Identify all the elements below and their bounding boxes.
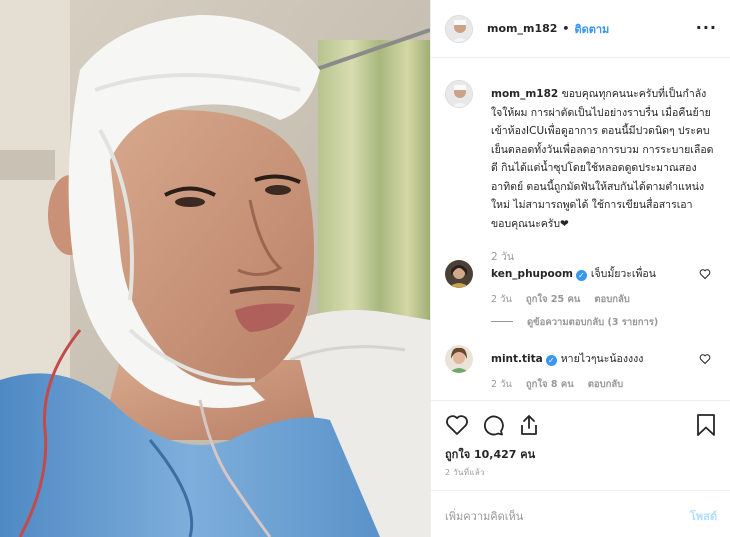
follow-button[interactable]: ติดตาม	[574, 20, 609, 38]
post-sidebar: mom_m182 • ติดตาม ··· mom_m182 ขอบคุณทุก…	[430, 0, 730, 537]
post-comment-button[interactable]: โพสต์	[690, 507, 717, 525]
caption-body: mom_m182 ขอบคุณทุกคนนะครับที่เป็นกำลังใจ…	[491, 85, 716, 233]
like-comment-heart-icon[interactable]	[699, 268, 711, 280]
save-bookmark[interactable]	[695, 413, 717, 437]
separator-dot: •	[562, 22, 570, 35]
instagram-post: mom_m182 • ติดตาม ··· mom_m182 ขอบคุณทุก…	[0, 0, 730, 537]
add-comment-bar: เพิ่มความคิดเห็น โพสต์	[431, 490, 730, 537]
view-replies-link[interactable]: ดูข้อความตอบกลับ (3 รายการ)	[491, 315, 658, 330]
likes-count[interactable]: ถูกใจ 10,427 คน	[445, 445, 535, 463]
comment-time[interactable]: 2 วัน	[491, 294, 512, 305]
comment-bubble-icon[interactable]	[481, 413, 505, 437]
like-heart-icon[interactable]	[445, 413, 469, 437]
comment-likes[interactable]: ถูกใจ 25 คน	[526, 294, 580, 305]
comment-input[interactable]: เพิ่มความคิดเห็น	[445, 507, 523, 525]
header-username[interactable]: mom_m182	[487, 22, 557, 35]
reply-button[interactable]: ตอบกลับ	[594, 294, 630, 305]
comment-line: mint.tita ✓ หายไวๆนะน้องงงง	[491, 350, 643, 367]
post-date[interactable]: 2 วันที่แล้ว	[445, 466, 485, 479]
comment-text: เจ็บมั้ยวะเพื่อน	[590, 268, 656, 280]
verified-badge-icon: ✓	[575, 270, 587, 281]
comment-username[interactable]: mint.tita	[491, 353, 543, 365]
comment-likes[interactable]: ถูกใจ 8 คน	[526, 379, 574, 390]
comment-meta: 2 วัน ถูกใจ 25 คน ตอบกลับ	[491, 292, 644, 307]
caption-time[interactable]: 2 วัน	[491, 248, 514, 265]
caption-avatar[interactable]	[445, 80, 473, 108]
commenter-avatar[interactable]	[445, 345, 473, 373]
caption-text: ขอบคุณทุกคนนะครับที่เป็นกำลังใจให้ผม การ…	[491, 88, 714, 230]
post-photo[interactable]	[0, 0, 430, 537]
comment-line: ken_phupoom ✓ เจ็บมั้ยวะเพื่อน	[491, 265, 656, 282]
share-icon[interactable]	[517, 413, 541, 437]
patient-photo	[0, 0, 430, 537]
comments-section: mom_m182 ขอบคุณทุกคนนะครับที่เป็นกำลังใจ…	[431, 70, 730, 400]
view-replies-text: ดูข้อความตอบกลับ (3 รายการ)	[527, 317, 659, 328]
user-avatar[interactable]	[445, 14, 473, 43]
like-comment-heart-icon[interactable]	[699, 353, 711, 365]
comment-meta: 2 วัน ถูกใจ 8 คน ตอบกลับ	[491, 377, 637, 392]
comment-username[interactable]: ken_phupoom	[491, 268, 573, 280]
caption-username[interactable]: mom_m182	[491, 88, 558, 100]
reply-button[interactable]: ตอบกลับ	[588, 379, 624, 390]
bookmark-icon	[697, 414, 715, 436]
comment-text: หายไวๆนะน้องงงง	[560, 353, 644, 365]
post-header: mom_m182 • ติดตาม ···	[431, 0, 730, 58]
commenter-avatar[interactable]	[445, 260, 473, 288]
verified-badge-icon: ✓	[545, 355, 557, 366]
replies-divider	[491, 321, 513, 322]
comment-time[interactable]: 2 วัน	[491, 379, 512, 390]
action-icons	[445, 413, 541, 437]
post-actions: ถูกใจ 10,427 คน 2 วันที่แล้ว	[431, 400, 730, 490]
more-options-icon[interactable]: ···	[696, 18, 717, 37]
